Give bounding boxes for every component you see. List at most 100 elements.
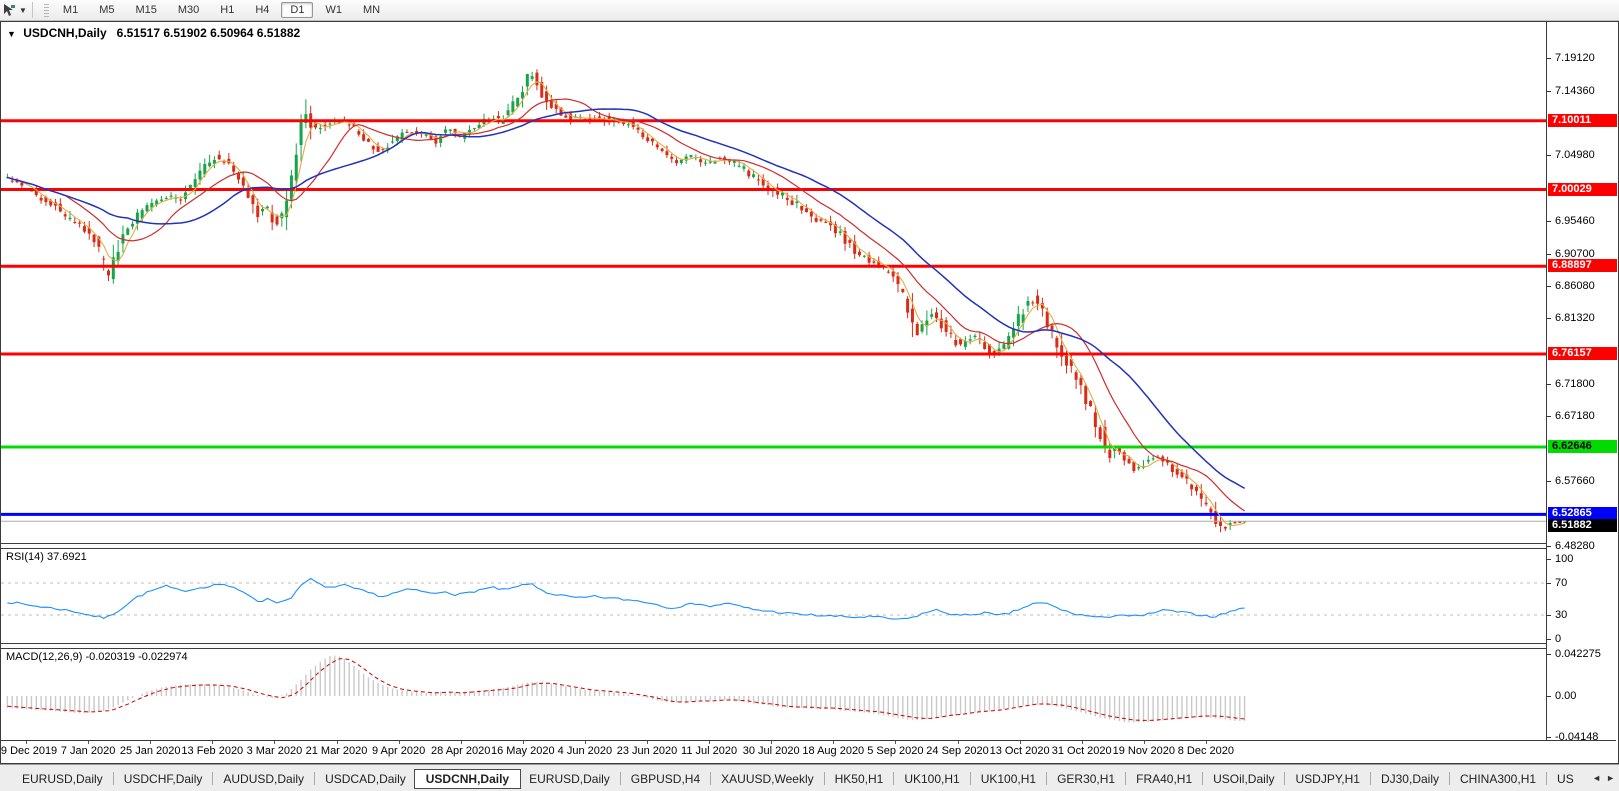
macd-axis-label: -0.04148: [1555, 731, 1599, 744]
axis-tick-mark: [1547, 318, 1551, 320]
tab-divider: [212, 772, 214, 785]
chart-tabs-strip: EURUSD,Daily USDCHF,Daily AUDUSD,Daily USDC…: [14, 768, 1584, 790]
timeframe-buttons-group: M1 M5 M15 M30 H1 H4 D1 W1 MN: [54, 2, 392, 18]
tab-divider: [1546, 772, 1548, 785]
date-tick-mark: [522, 741, 524, 744]
rsi-axis-label: 0: [1555, 633, 1562, 645]
price-chart-pane[interactable]: [1, 22, 1546, 543]
date-tick-mark: [1205, 741, 1207, 744]
date-tick-mark: [88, 741, 90, 744]
date-tick-mark: [771, 741, 773, 744]
date-tick-mark: [833, 741, 835, 744]
date-tick-mark: [460, 741, 462, 744]
timeframe-button-m15[interactable]: M15: [126, 2, 165, 18]
date-tick-mark: [398, 741, 400, 744]
tabs-scroll-left-icon[interactable]: ◄: [1592, 773, 1601, 783]
date-axis[interactable]: 19 Dec 2019 7 Jan 2020 25 Jan 2020 13 Feb 2…: [0, 740, 1616, 762]
axis-tick-mark: [1547, 583, 1551, 584]
collapse-arrow-icon[interactable]: ▼: [7, 29, 16, 39]
timeframe-button-m30[interactable]: M30: [169, 2, 208, 18]
chart-tab-eurusd-daily[interactable]: EURUSD,Daily: [14, 770, 111, 788]
axis-tick-mark: [1547, 559, 1551, 560]
price-axis-label: 6.48280: [1555, 540, 1595, 553]
date-tick-mark: [895, 741, 897, 744]
timeframe-button-mn[interactable]: MN: [354, 2, 389, 18]
axis-tick-mark: [1547, 58, 1551, 59]
chart-tab-uk100-h1[interactable]: UK100,H1: [973, 770, 1044, 788]
axis-tick-mark: [1547, 546, 1551, 548]
timeframe-button-h1[interactable]: H1: [211, 2, 243, 18]
chart-tab-uk100-h1[interactable]: UK100,H1: [896, 770, 967, 788]
pane-splitter[interactable]: [1, 643, 1616, 649]
axis-tick-mark: [1547, 653, 1551, 655]
chart-title: ▼ USDCNH,Daily 6.51517 6.51902 6.50964 6…: [7, 26, 300, 40]
tabs-scroll-right-icon[interactable]: ►: [1606, 773, 1615, 783]
date-tick-mark: [709, 741, 711, 744]
price-axis-label: 6.67180: [1555, 409, 1595, 422]
chart-tab-usdcnh-daily[interactable]: USDCNH,Daily: [413, 768, 522, 789]
tab-divider: [1202, 772, 1204, 785]
ma-slow-line: [7, 108, 1245, 489]
date-tick-mark: [336, 741, 338, 744]
price-axis-label: 6.81320: [1555, 312, 1595, 325]
chart-tab-fra40-h1[interactable]: FRA40,H1: [1128, 770, 1200, 788]
price-axis-label: 6.57660: [1555, 475, 1595, 488]
price-axis-label: 7.04980: [1555, 149, 1595, 162]
pane-splitter[interactable]: [1, 543, 1616, 549]
timeframe-button-w1[interactable]: W1: [316, 2, 351, 18]
date-tick-mark: [26, 741, 27, 744]
tab-divider: [893, 772, 895, 785]
price-axis[interactable]: 7.19120 7.14360 7.04980 6.95460 6.90700 6.860…: [1546, 22, 1617, 744]
chart-tab-dj30-daily[interactable]: DJ30,Daily: [1373, 770, 1447, 788]
price-axis-label: 6.90700: [1555, 247, 1595, 260]
date-tick-mark: [584, 741, 586, 744]
date-tick-mark: [150, 741, 152, 744]
axis-tick-mark: [1547, 737, 1551, 739]
date-tick-mark: [274, 741, 276, 744]
chart-tab-usdchf-daily[interactable]: USDCHF,Daily: [116, 770, 211, 788]
tab-divider: [1284, 772, 1286, 785]
dropdown-caret-icon[interactable]: ▼: [19, 6, 27, 15]
chart-tab-usoil-daily[interactable]: USOil,Daily: [1205, 770, 1282, 788]
current-price-label: 6.51882: [1548, 519, 1617, 533]
date-tick-mark: [1143, 741, 1145, 744]
axis-tick-mark: [1547, 481, 1551, 483]
tab-divider: [112, 772, 114, 785]
chart-tab-us[interactable]: US: [1549, 770, 1582, 788]
chart-tab-china300-h1[interactable]: CHINA300,H1: [1452, 770, 1544, 788]
timeframe-button-m1[interactable]: M1: [54, 2, 87, 18]
macd-signal-line: [7, 658, 1245, 721]
macd-indicator-pane[interactable]: [1, 649, 1546, 740]
rsi-indicator-label: RSI(14) 37.6921: [6, 551, 87, 563]
rsi-indicator-pane[interactable]: [1, 549, 1546, 644]
chart-tabs-bar: EURUSD,Daily USDCHF,Daily AUDUSD,Daily USDC…: [0, 764, 1619, 791]
chart-symbol-label: USDCNH,Daily: [23, 26, 107, 40]
axis-tick-mark: [1547, 253, 1551, 255]
axis-tick-mark: [1547, 415, 1551, 417]
axis-tick-mark: [1547, 155, 1551, 157]
axis-tick-mark: [1547, 639, 1551, 640]
chart-tab-hk50-h1[interactable]: HK50,H1: [827, 770, 892, 788]
chart-tab-ger30-h1[interactable]: GER30,H1: [1049, 770, 1123, 788]
timeframe-button-d1[interactable]: D1: [281, 2, 314, 18]
date-tick-mark: [212, 741, 214, 744]
chart-tab-usdjpy-h1[interactable]: USDJPY,H1: [1287, 770, 1367, 788]
price-axis-label: 6.71800: [1555, 377, 1595, 390]
chart-tab-usdcad-daily[interactable]: USDCAD,Daily: [317, 770, 414, 788]
chart-window: ▼ USDCNH,Daily 6.51517 6.51902 6.50964 6…: [0, 21, 1619, 764]
timeframe-button-h4[interactable]: H4: [246, 2, 278, 18]
price-axis-label: 7.19120: [1555, 52, 1595, 64]
rsi-axis-label: 100: [1555, 553, 1574, 565]
cursor-tool-icon[interactable]: [2, 3, 16, 17]
chart-tab-xauusd-weekly[interactable]: XAUUSD,Weekly: [713, 770, 821, 788]
toolbar-grip-handle[interactable]: [43, 3, 49, 17]
chart-tab-eurusd-daily[interactable]: EURUSD,Daily: [521, 770, 618, 788]
axis-tick-mark: [1547, 383, 1551, 385]
chart-tab-audusd-daily[interactable]: AUDUSD,Daily: [215, 770, 312, 788]
macd-axis-label: 0.042275: [1555, 647, 1601, 660]
chart-tab-gbpusd-h4[interactable]: GBPUSD,H4: [623, 770, 708, 788]
timeframe-button-m5[interactable]: M5: [90, 2, 123, 18]
price-axis-label: 7.14360: [1555, 84, 1595, 97]
price-level-label-6.88897: 6.88897: [1548, 259, 1617, 273]
tab-divider: [969, 772, 971, 785]
